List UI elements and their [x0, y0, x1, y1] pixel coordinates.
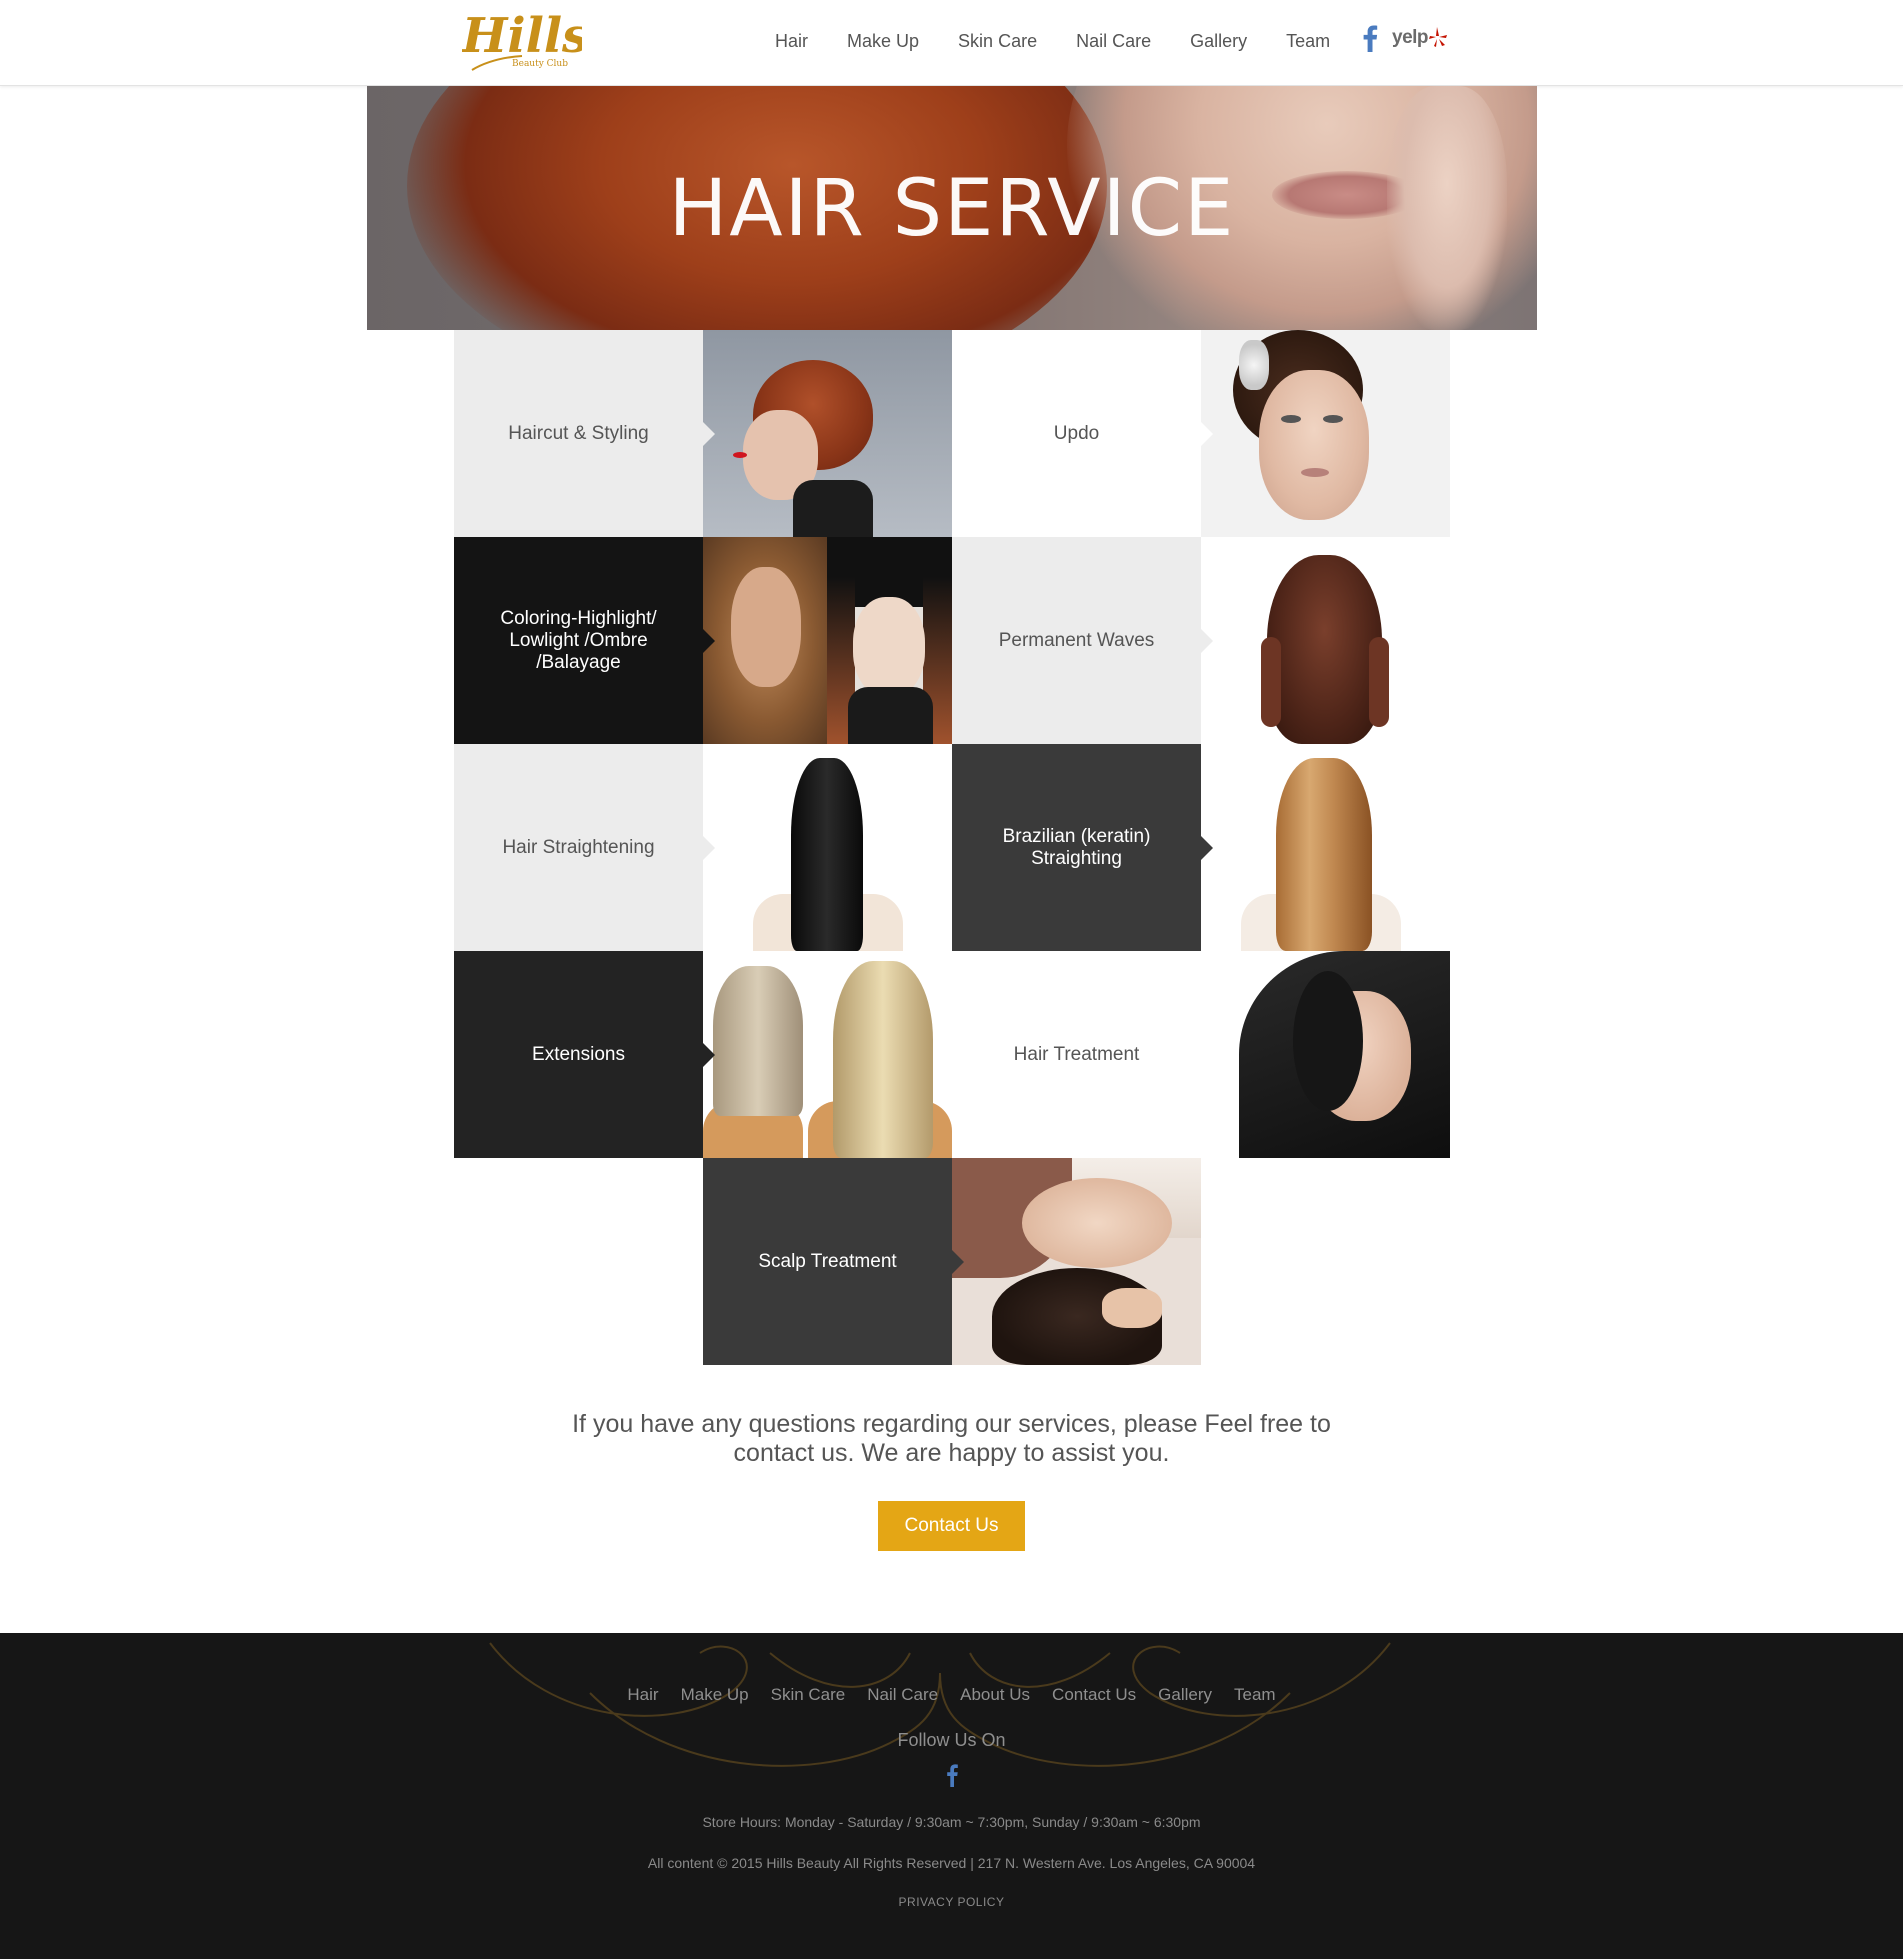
service-label: Hair Treatment [1013, 1043, 1140, 1065]
service-permanent-waves[interactable]: Permanent Waves [952, 537, 1213, 744]
tile-arrow [952, 1250, 964, 1274]
tile-arrow [1201, 422, 1213, 446]
header-social: yelp [1362, 24, 1448, 52]
tile-arrow [703, 1043, 715, 1067]
hair-treatment-photo [1201, 951, 1450, 1158]
yelp-icon[interactable]: yelp [1392, 27, 1448, 49]
service-updo[interactable]: Updo [952, 330, 1213, 537]
nav-nail-care[interactable]: Nail Care [1076, 31, 1151, 52]
extensions-photo [703, 951, 952, 1158]
logo-subtext: Beauty Club [512, 59, 568, 69]
facebook-icon[interactable] [1362, 24, 1392, 52]
footer-facebook-icon[interactable] [946, 1763, 958, 1787]
service-label: Scalp Treatment [758, 1250, 897, 1272]
logo-text: Hills [462, 8, 582, 64]
nav-gallery[interactable]: Gallery [1190, 31, 1247, 52]
hero-banner: HAIR SERVICE [367, 86, 1537, 330]
tile-arrow [1201, 836, 1213, 860]
haircut-styling-photo [703, 330, 952, 537]
service-extensions[interactable]: Extensions [454, 951, 715, 1158]
logo[interactable]: Hills Beauty Club [460, 2, 589, 82]
footer-nav: Hair Make Up Skin Care Nail Care About U… [0, 1685, 1903, 1705]
scalp-treatment-photo [952, 1158, 1201, 1365]
store-hours: Store Hours: Monday - Saturday / 9:30am … [702, 1814, 1201, 1830]
updo-photo [1201, 330, 1450, 537]
copyright: All content © 2015 Hills Beauty All Righ… [647, 1855, 1256, 1871]
footer-nav-team[interactable]: Team [1234, 1685, 1276, 1705]
service-label: Brazilian (keratin) Straighting [1002, 825, 1151, 869]
service-label: Extensions [532, 1043, 625, 1065]
brazilian-keratin-photo [1201, 744, 1450, 951]
footer-nav-skin-care[interactable]: Skin Care [771, 1685, 846, 1705]
main-nav: Hair Make Up Skin Care Nail Care Gallery… [775, 26, 1330, 56]
service-hair-straightening[interactable]: Hair Straightening [454, 744, 715, 951]
tile-arrow [1201, 629, 1213, 653]
nav-team[interactable]: Team [1286, 31, 1330, 52]
service-label: Updo [1053, 422, 1100, 444]
service-label: Haircut & Styling [508, 422, 649, 444]
contact-prompt: If you have any questions regarding our … [572, 1410, 1331, 1467]
privacy-policy-link[interactable]: PRIVACY POLICY [0, 1895, 1903, 1909]
footer-nav-hair[interactable]: Hair [627, 1685, 658, 1705]
footer-ornament [489, 1642, 1391, 1767]
tile-arrow [703, 422, 715, 446]
follow-us-label: Follow Us On [897, 1730, 1006, 1750]
nav-make-up[interactable]: Make Up [847, 31, 919, 52]
hair-straightening-photo [703, 744, 952, 951]
site-header: Hills Beauty Club Hair Make Up Skin Care… [0, 0, 1903, 86]
footer-nav-make-up[interactable]: Make Up [681, 1685, 749, 1705]
logo-mark: Hills Beauty Club [460, 8, 589, 71]
yelp-wordmark: yelp [1392, 27, 1429, 48]
tile-arrow [703, 836, 715, 860]
service-label: Coloring-Highlight/ Lowlight /Ombre /Bal… [500, 607, 657, 673]
contact-us-button[interactable]: Contact Us [878, 1501, 1025, 1551]
service-coloring[interactable]: Coloring-Highlight/ Lowlight /Ombre /Bal… [454, 537, 715, 744]
service-haircut-styling[interactable]: Haircut & Styling [454, 330, 715, 537]
yelp-burst-icon [1429, 27, 1448, 47]
footer-nav-nail-care[interactable]: Nail Care [867, 1685, 938, 1705]
service-scalp-treatment[interactable]: Scalp Treatment [703, 1158, 964, 1365]
footer-nav-gallery[interactable]: Gallery [1158, 1685, 1212, 1705]
site-footer: Hair Make Up Skin Care Nail Care About U… [0, 1633, 1903, 1959]
page-title: HAIR SERVICE [668, 164, 1236, 254]
footer-nav-about-us[interactable]: About Us [960, 1685, 1030, 1705]
permanent-waves-photo [1201, 537, 1450, 744]
tile-arrow [703, 629, 715, 653]
service-label: Permanent Waves [998, 629, 1155, 651]
service-label: Hair Straightening [502, 836, 655, 858]
nav-hair[interactable]: Hair [775, 31, 808, 52]
service-brazilian-keratin[interactable]: Brazilian (keratin) Straighting [952, 744, 1213, 951]
service-hair-treatment[interactable]: Hair Treatment [952, 951, 1213, 1158]
tile-arrow [1201, 1043, 1213, 1067]
coloring-photo [703, 537, 952, 744]
nav-skin-care[interactable]: Skin Care [958, 31, 1037, 52]
footer-nav-contact-us[interactable]: Contact Us [1052, 1685, 1136, 1705]
